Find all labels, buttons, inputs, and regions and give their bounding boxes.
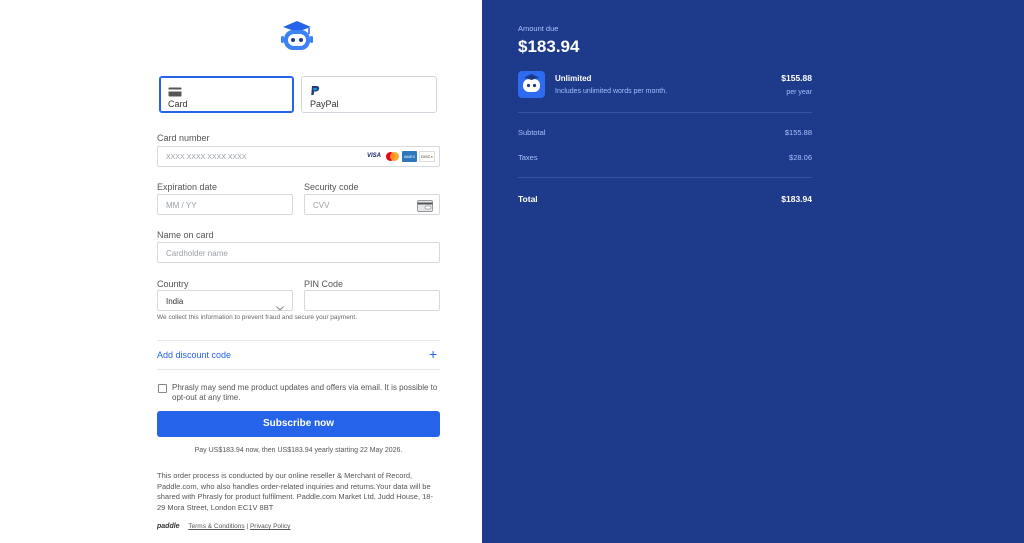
security-code-placeholder: CVV: [313, 201, 330, 210]
marketing-consent-checkbox[interactable]: [158, 384, 167, 393]
product-thumbnail: [518, 71, 545, 98]
expiration-field[interactable]: MM / YY: [157, 194, 293, 215]
footer-separator: |: [246, 523, 249, 530]
product-logo-icon: [523, 74, 540, 92]
product-description: Includes unlimited words per month.: [555, 88, 668, 95]
expiration-label: Expiration date: [157, 182, 218, 192]
summary-divider-1: [518, 112, 812, 113]
phrasly-logo-icon: [278, 20, 316, 52]
name-on-card-label: Name on card: [157, 230, 214, 240]
footer: paddle Terms & Conditions | Privacy Poli…: [157, 523, 290, 530]
security-code-field[interactable]: CVV: [304, 194, 440, 215]
discover-icon: DISC●: [419, 151, 435, 162]
plus-icon[interactable]: +: [429, 346, 437, 362]
legal-notice: This order process is conducted by our o…: [157, 471, 433, 512]
payment-method-card[interactable]: Card: [159, 76, 294, 113]
payment-schedule-note: Pay US$183.94 now, then US$183.94 yearly…: [194, 447, 403, 454]
visa-icon: VISA: [366, 153, 381, 159]
privacy-link[interactable]: Privacy Policy: [250, 523, 290, 530]
country-value: India: [166, 297, 184, 306]
divider-top: [157, 340, 440, 341]
payment-method-paypal[interactable]: PayPal: [301, 76, 437, 113]
pin-code-label: PIN Code: [304, 279, 344, 289]
name-on-card-field[interactable]: Cardholder name: [157, 242, 440, 263]
card-brands: VISA AMEX DISC●: [366, 151, 435, 162]
fraud-note: We collect this information to prevent f…: [157, 314, 358, 321]
paddle-logo: paddle: [157, 523, 180, 530]
total-value: $183.94: [781, 194, 812, 204]
name-on-card-placeholder: Cardholder name: [166, 249, 228, 258]
total-label: Total: [518, 194, 538, 204]
card-number-label: Card number: [157, 133, 210, 143]
subtotal-label: Subtotal: [518, 128, 546, 137]
summary-divider-2: [518, 177, 812, 178]
card-number-field[interactable]: XXXX XXXX XXXX XXXX VISA AMEX DISC●: [157, 146, 440, 167]
product-name: Unlimited: [555, 74, 592, 83]
add-discount-code-link[interactable]: Add discount code: [157, 350, 231, 360]
country-label: Country: [157, 279, 189, 289]
pin-code-field[interactable]: [304, 290, 440, 311]
product-period: per year: [786, 89, 812, 96]
payment-method-card-label: Card: [168, 99, 188, 109]
subscribe-button[interactable]: Subscribe now: [157, 411, 440, 437]
product-price: $155.88: [781, 73, 812, 83]
taxes-value: $28.06: [789, 153, 812, 162]
terms-link[interactable]: Terms & Conditions: [188, 523, 244, 530]
expiration-placeholder: MM / YY: [166, 201, 197, 210]
country-select[interactable]: India: [157, 290, 293, 311]
marketing-consent-text: Phrasly may send me product updates and …: [172, 383, 438, 402]
checkout-form-panel: Card PayPal Card number XXXX XXXX XXXX X…: [0, 0, 482, 543]
mastercard-icon: [384, 151, 400, 162]
taxes-label: Taxes: [518, 153, 538, 162]
amount-due-label: Amount due: [518, 24, 559, 33]
security-code-label: Security code: [304, 182, 359, 192]
amount-due-value: $183.94: [518, 37, 580, 56]
card-number-placeholder: XXXX XXXX XXXX XXXX: [166, 154, 247, 161]
cvv-card-icon: [417, 199, 433, 217]
amex-icon: AMEX: [402, 151, 417, 162]
payment-method-paypal-label: PayPal: [310, 99, 339, 109]
divider-bottom: [157, 369, 440, 370]
subtotal-value: $155.88: [784, 128, 812, 137]
